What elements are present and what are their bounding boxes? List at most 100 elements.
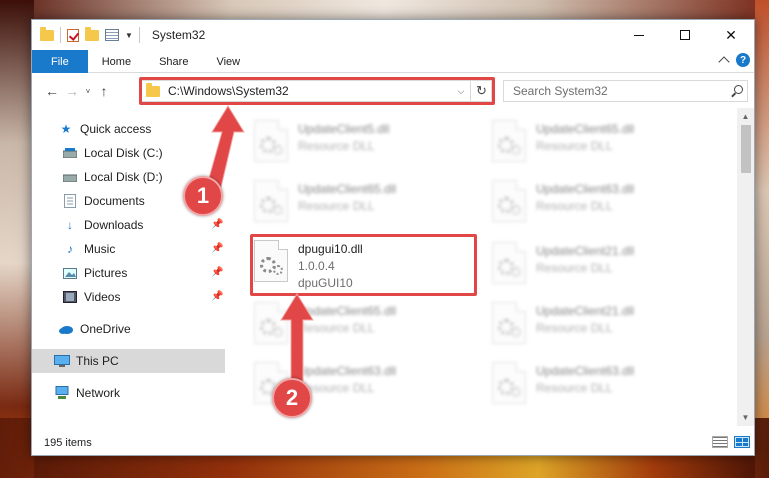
pictures-icon (62, 266, 78, 280)
sidebar-item-label: Local Disk (C:) (84, 146, 163, 160)
ribbon-tabs: File Home Share View ? (32, 50, 754, 73)
file-tile[interactable]: UpdateClient21.dll Resource DLL (492, 299, 722, 359)
file-description: Resource DLL (298, 199, 375, 213)
scroll-up-icon[interactable]: ▲ (737, 108, 754, 125)
sidebar-item-music[interactable]: ♪ Music 📌 (32, 237, 225, 261)
sidebar-item-label: Pictures (84, 266, 128, 280)
desktop-background-right (755, 0, 769, 478)
new-folder-icon[interactable] (85, 26, 99, 41)
file-description: Resource DLL (298, 139, 375, 153)
dll-file-icon (492, 242, 526, 284)
pin-icon[interactable]: 📌 (211, 291, 223, 303)
recent-locations-chevron-icon[interactable]: ˅ (82, 87, 94, 96)
sidebar-item-label: Network (76, 386, 121, 400)
desktop-background-top (0, 0, 769, 20)
file-name: UpdateClient63.dll (536, 364, 635, 378)
expand-ribbon-icon[interactable] (718, 56, 730, 68)
status-bar: 195 items (32, 431, 754, 455)
file-name: UpdateClient65.dll (536, 122, 635, 136)
maximize-icon (680, 30, 690, 40)
videos-icon (62, 290, 78, 304)
file-description: Resource DLL (536, 381, 613, 395)
file-name: UpdateClient21.dll (536, 244, 635, 258)
file-description: Resource DLL (536, 321, 613, 335)
network-icon (54, 386, 70, 400)
documents-icon (62, 194, 78, 208)
file-tile[interactable]: UpdateClient63.dll Resource DLL (492, 359, 722, 419)
minimize-icon (634, 34, 644, 36)
scroll-thumb[interactable] (741, 125, 751, 173)
close-button[interactable]: ✕ (708, 20, 754, 50)
sidebar-item-pictures[interactable]: Pictures 📌 (32, 261, 225, 285)
file-highlight-box (250, 234, 477, 296)
maximize-button[interactable] (662, 20, 708, 50)
file-tile[interactable]: UpdateClient21.dll Resource DLL (492, 239, 722, 299)
pin-icon[interactable]: 📌 (211, 243, 223, 255)
divider (138, 27, 140, 43)
dll-file-icon (492, 302, 526, 344)
forward-arrow-icon[interactable]: → (62, 83, 82, 99)
tab-share[interactable]: Share (145, 50, 202, 73)
search-box[interactable] (503, 80, 748, 102)
item-count: 195 items (44, 437, 92, 449)
window-controls: ✕ (616, 20, 754, 50)
sidebar-item-videos[interactable]: Videos 📌 (32, 285, 225, 309)
step-2-badge: 2 (272, 378, 312, 418)
star-icon: ★ (60, 122, 72, 136)
properties-check-icon[interactable] (67, 28, 79, 42)
dll-file-icon (492, 120, 526, 162)
back-arrow-icon[interactable]: ← (42, 83, 62, 99)
chevron-down-icon[interactable]: ▼ (125, 31, 133, 40)
details-view-icon[interactable] (712, 436, 728, 448)
tab-home[interactable]: Home (88, 50, 145, 73)
file-tile[interactable]: UpdateClient65.dll Resource DLL (254, 177, 484, 237)
divider (60, 27, 61, 43)
downloads-icon: ↓ (67, 218, 73, 232)
tab-view[interactable]: View (202, 50, 254, 73)
file-name: UpdateClient65.dll (298, 182, 397, 196)
up-arrow-icon[interactable]: ↑ (94, 83, 114, 99)
window-title: System32 (151, 28, 206, 42)
file-tile[interactable]: UpdateClient63.dll Resource DLL (492, 177, 722, 237)
dll-file-icon (492, 180, 526, 222)
minimize-button[interactable] (616, 20, 662, 50)
file-name: UpdateClient21.dll (536, 304, 635, 318)
drive-icon (62, 146, 78, 160)
search-icon[interactable] (729, 81, 747, 101)
file-description: Resource DLL (536, 199, 613, 213)
annotation-arrow-2 (280, 293, 314, 387)
sidebar-item-label: Music (84, 242, 116, 256)
sidebar-item-label: Downloads (84, 218, 144, 232)
desktop-background-left (0, 0, 34, 478)
file-description: Resource DLL (536, 139, 613, 153)
sidebar-item-label: Quick access (80, 122, 152, 136)
search-input[interactable] (513, 84, 729, 98)
music-icon: ♪ (67, 242, 73, 256)
file-tile[interactable]: UpdateClient5.dll Resource DLL (254, 117, 484, 177)
sidebar-item-label: Documents (84, 194, 145, 208)
sidebar-item-label: Local Disk (D:) (84, 170, 163, 184)
file-name: UpdateClient5.dll (298, 122, 390, 136)
customize-icon[interactable] (105, 29, 119, 41)
tiles-view-icon[interactable] (734, 436, 750, 448)
cloud-icon (58, 322, 74, 336)
file-description: Resource DLL (536, 261, 613, 275)
sidebar-item-downloads[interactable]: ↓ Downloads 📌 (32, 213, 225, 237)
pin-icon[interactable]: 📌 (211, 267, 223, 279)
dll-file-icon (254, 120, 288, 162)
sidebar-item-this-pc[interactable]: This PC (32, 349, 225, 373)
sidebar-item-onedrive[interactable]: OneDrive (32, 317, 225, 341)
view-buttons (712, 436, 750, 448)
ribbon-right: ? (718, 53, 750, 68)
tab-file[interactable]: File (32, 50, 88, 73)
folder-icon[interactable] (40, 26, 54, 41)
file-name: UpdateClient63.dll (536, 182, 635, 196)
sidebar-item-network[interactable]: Network (32, 381, 225, 405)
pin-icon[interactable]: 📌 (211, 219, 223, 231)
drive-icon (62, 170, 78, 184)
help-icon[interactable]: ? (736, 53, 750, 67)
file-tile[interactable]: UpdateClient65.dll Resource DLL (492, 117, 722, 177)
scroll-down-icon[interactable]: ▼ (737, 409, 754, 426)
close-icon: ✕ (725, 26, 737, 43)
vertical-scrollbar[interactable]: ▲ ▼ (737, 108, 754, 426)
